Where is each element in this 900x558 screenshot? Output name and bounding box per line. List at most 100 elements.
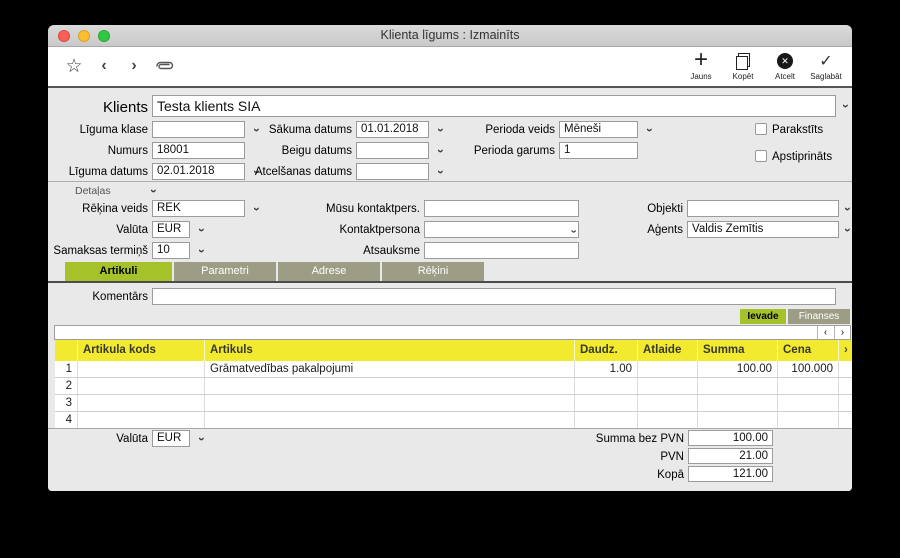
- cell-artikula-kods[interactable]: [78, 395, 205, 411]
- flip-left-icon[interactable]: ‹: [817, 326, 833, 339]
- back-icon[interactable]: ‹: [94, 47, 114, 85]
- cell-artikula-kods[interactable]: [78, 378, 205, 394]
- cell-artikuls[interactable]: [205, 395, 575, 411]
- new-button[interactable]: Jauns: [679, 51, 723, 81]
- view-finanses-button[interactable]: Finanses: [788, 309, 850, 324]
- cell-cena[interactable]: [778, 378, 839, 394]
- agents-label: Aģents: [647, 224, 683, 236]
- atsauksme-field[interactable]: [424, 242, 579, 259]
- tab-artikuli[interactable]: Artikuli: [65, 262, 172, 281]
- footer-valuta-field[interactable]: EUR: [152, 430, 190, 447]
- liguma-klase-label: Līguma klase: [79, 124, 148, 136]
- toolbar: ‹ › Jauns Kopēt Atcelt Saglabāt: [48, 47, 852, 88]
- zoom-window-button[interactable]: [98, 30, 110, 42]
- valuta-dropdown-icon[interactable]: [196, 224, 208, 236]
- rekina-veids-field[interactable]: REK: [152, 200, 245, 217]
- attachment-icon[interactable]: [152, 47, 178, 85]
- kontaktpersona-label: Kontaktpersona: [339, 224, 420, 236]
- kopa-field[interactable]: 121.00: [688, 466, 773, 482]
- summa-bez-pvn-field[interactable]: 100.00: [688, 430, 773, 446]
- parakstits-checkbox[interactable]: [755, 123, 767, 135]
- cell-atlaide[interactable]: [638, 361, 698, 377]
- col-daudz[interactable]: Daudz.: [575, 340, 638, 361]
- forward-icon[interactable]: ›: [124, 47, 144, 85]
- perioda-garums-field[interactable]: 1: [559, 142, 638, 159]
- cell-cena[interactable]: 100.000: [778, 361, 839, 377]
- flip-right-icon[interactable]: ›: [834, 326, 850, 339]
- row-number[interactable]: 3: [55, 395, 78, 411]
- app-window: Klienta līgums : Izmainīts ‹ › Jauns Kop…: [48, 25, 852, 491]
- close-window-button[interactable]: [58, 30, 70, 42]
- new-button-label: Jauns: [690, 72, 712, 81]
- cell-artikula-kods[interactable]: [78, 361, 205, 377]
- pvn-field[interactable]: 21.00: [688, 448, 773, 464]
- tab-adrese[interactable]: Adrese: [278, 262, 380, 281]
- agents-dropdown-icon[interactable]: [842, 224, 852, 236]
- samaksas-termins-field[interactable]: 10: [152, 242, 190, 259]
- detalas-section-label: Detaļas: [75, 185, 111, 197]
- apstiprinats-checkbox[interactable]: [755, 150, 767, 162]
- row-number[interactable]: 4: [55, 412, 78, 428]
- row-number[interactable]: 2: [55, 378, 78, 394]
- favorite-star-icon[interactable]: [62, 47, 86, 85]
- agents-field[interactable]: Valdis Zemītis: [687, 221, 839, 238]
- col-artikula-kods[interactable]: Artikula kods: [78, 340, 205, 361]
- cell-daudz[interactable]: [575, 378, 638, 394]
- cell-daudz[interactable]: 1.00: [575, 361, 638, 377]
- valuta-field[interactable]: EUR: [152, 221, 190, 238]
- atcelsanas-datums-dropdown-icon[interactable]: [435, 166, 447, 178]
- cell-artikuls[interactable]: [205, 412, 575, 428]
- cancel-button[interactable]: Atcelt: [763, 51, 807, 81]
- col-summa[interactable]: Summa: [698, 340, 778, 361]
- header-scroll-right-icon[interactable]: [839, 340, 852, 361]
- cell-summa[interactable]: [698, 412, 778, 428]
- col-atlaide[interactable]: Atlaide: [638, 340, 698, 361]
- cell-atlaide[interactable]: [638, 395, 698, 411]
- tab-rekini[interactable]: Rēķini: [382, 262, 484, 281]
- klients-dropdown-icon[interactable]: [840, 100, 852, 112]
- samaksas-termins-dropdown-icon[interactable]: [196, 245, 208, 257]
- view-ievade-button[interactable]: Ievade: [740, 309, 786, 324]
- cell-cena[interactable]: [778, 412, 839, 428]
- footer-valuta-label: Valūta: [116, 433, 148, 445]
- cell-daudz[interactable]: [575, 395, 638, 411]
- beigu-datums-field[interactable]: [356, 142, 429, 159]
- cell-cena[interactable]: [778, 395, 839, 411]
- table-row: 4: [55, 412, 852, 429]
- save-button[interactable]: Saglabāt: [804, 51, 848, 81]
- cell-artikuls[interactable]: [205, 378, 575, 394]
- items-table: Artikula kods Artikuls Daudz. Atlaide Su…: [55, 340, 852, 429]
- cell-summa[interactable]: [698, 395, 778, 411]
- cell-atlaide[interactable]: [638, 378, 698, 394]
- liguma-datums-label: Līguma datums: [68, 166, 148, 178]
- rekina-veids-dropdown-icon[interactable]: [251, 203, 263, 215]
- row-number[interactable]: 1: [55, 361, 78, 377]
- sakuma-datums-label: Sākuma datums: [268, 124, 352, 136]
- parakstits-label: Parakstīts: [772, 124, 824, 136]
- cell-artikuls[interactable]: Grāmatvedības pakalpojumi: [205, 361, 575, 377]
- footer-valuta-dropdown-icon[interactable]: [196, 433, 208, 445]
- perioda-veids-field[interactable]: Mēneši: [559, 121, 638, 138]
- copy-button-label: Kopēt: [732, 72, 754, 81]
- minimize-window-button[interactable]: [78, 30, 90, 42]
- cell-summa[interactable]: 100.00: [698, 361, 778, 377]
- komentars-field[interactable]: [152, 288, 836, 305]
- objekti-dropdown-icon[interactable]: [842, 203, 852, 215]
- perioda-veids-dropdown-icon[interactable]: [644, 124, 656, 136]
- detalas-collapse-icon[interactable]: [148, 185, 160, 197]
- cell-artikula-kods[interactable]: [78, 412, 205, 428]
- klients-field[interactable]: Testa klients SIA: [152, 95, 836, 117]
- cell-summa[interactable]: [698, 378, 778, 394]
- cell-daudz[interactable]: [575, 412, 638, 428]
- copy-button[interactable]: Kopēt: [721, 51, 765, 81]
- col-artikuls[interactable]: Artikuls: [205, 340, 575, 361]
- col-cena[interactable]: Cena: [778, 340, 839, 361]
- objekti-field[interactable]: [687, 200, 839, 217]
- perioda-veids-label: Perioda veids: [485, 124, 555, 136]
- tab-parametri[interactable]: Parametri: [174, 262, 276, 281]
- atcelsanas-datums-field[interactable]: [356, 163, 429, 180]
- table-flip-bar: ‹ ›: [54, 325, 851, 340]
- table-header-row: Artikula kods Artikuls Daudz. Atlaide Su…: [55, 340, 852, 361]
- sakuma-datums-field[interactable]: 01.01.2018: [356, 121, 429, 138]
- cell-atlaide[interactable]: [638, 412, 698, 428]
